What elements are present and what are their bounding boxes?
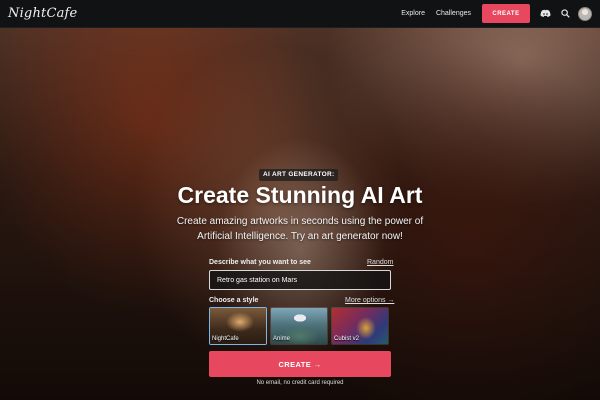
hero-subtitle-line-2: Artificial Intelligence. Try an art gene…	[197, 231, 403, 242]
avatar[interactable]	[578, 6, 592, 21]
more-options-link[interactable]: More options →	[345, 297, 394, 304]
hero-subtitle-line-1: Create amazing artworks in seconds using…	[176, 216, 424, 227]
prompt-input-value: Retro gas station on Mars	[217, 276, 298, 284]
style-card-cubist-v2[interactable]: Cubist v2	[331, 307, 389, 345]
nav-create-button[interactable]: CREATE	[482, 4, 530, 23]
nav-link-explore[interactable]: Explore	[401, 10, 425, 17]
style-card-label: Cubist v2	[334, 336, 360, 342]
style-card-anime[interactable]: Anime	[270, 307, 328, 345]
style-label: Choose a style	[209, 297, 259, 304]
no-email-note: No email, no credit card required	[256, 380, 344, 386]
prompt-input[interactable]: Retro gas station on Mars	[209, 270, 391, 290]
discord-icon[interactable]	[538, 7, 552, 21]
style-card-label: Anime	[273, 336, 291, 342]
style-card-nightcafe[interactable]: NightCafe	[209, 307, 267, 345]
random-prompt-link[interactable]: Random	[367, 259, 393, 266]
nav-actions: Explore Challenges CREATE	[401, 4, 592, 23]
nav-link-challenges[interactable]: Challenges	[436, 10, 471, 17]
style-card-label: NightCafe	[212, 336, 239, 342]
hero-subtitle: Create amazing artworks in seconds using…	[0, 214, 600, 244]
top-nav: NightCafe Explore Challenges CREATE	[0, 0, 600, 28]
search-icon[interactable]	[558, 7, 572, 21]
prompt-label: Describe what you want to see	[209, 259, 311, 266]
create-button[interactable]: CREATE →	[209, 351, 391, 377]
page-title: Create Stunning AI Art	[177, 182, 423, 208]
nightcafe-logo[interactable]: NightCafe	[8, 6, 77, 21]
ai-art-generator-badge: AI ART GENERATOR:	[259, 169, 339, 181]
